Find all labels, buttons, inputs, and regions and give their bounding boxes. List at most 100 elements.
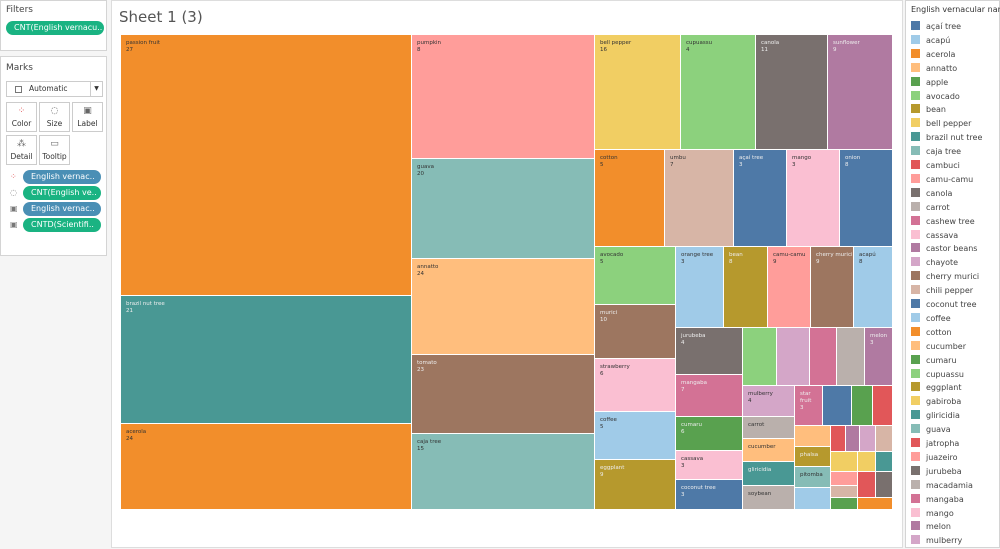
legend-item[interactable]: mangaba <box>911 493 964 508</box>
legend-item[interactable]: cherry murici <box>911 271 979 285</box>
label-count-pill[interactable]: CNTD(Scientifi.. <box>23 218 101 232</box>
treemap-cell[interactable]: coffee 5 <box>594 411 676 460</box>
filter-pill[interactable]: CNT(English vernacu.. <box>6 21 104 35</box>
legend-item[interactable]: canola <box>911 187 952 202</box>
treemap-cell[interactable]: bell pepper 16 <box>594 34 681 150</box>
treemap-cell[interactable]: melon 3 <box>864 327 893 386</box>
label-button[interactable]: ▣ Label <box>72 102 103 132</box>
treemap-cell[interactable] <box>809 327 837 386</box>
treemap-cell[interactable] <box>830 425 846 452</box>
treemap-cell[interactable] <box>851 385 873 426</box>
color-button[interactable]: ⁘ Color <box>6 102 37 132</box>
legend-item[interactable]: guava <box>911 424 951 438</box>
treemap-cell[interactable]: açaí tree 3 <box>733 149 787 247</box>
legend-item[interactable]: avocado <box>911 90 960 105</box>
detail-button[interactable]: ⁂ Detail <box>6 135 37 165</box>
treemap-cell[interactable] <box>794 425 831 447</box>
legend-item[interactable]: cumaru <box>911 354 957 369</box>
treemap-cell[interactable]: soybean <box>742 485 795 510</box>
tooltip-button[interactable]: ▭ Tooltip <box>39 135 70 165</box>
size-field-pill[interactable]: CNT(English ve.. <box>23 186 101 200</box>
color-field-pill[interactable]: English vernac.. <box>23 170 101 184</box>
treemap-cell[interactable]: pumpkin 8 <box>411 34 595 159</box>
treemap-cell[interactable] <box>830 471 858 486</box>
legend-item[interactable]: carrot <box>911 201 950 216</box>
legend-item[interactable]: gabiroba <box>911 396 961 410</box>
treemap-cell[interactable]: strawberry 6 <box>594 358 676 412</box>
treemap-cell[interactable] <box>742 327 777 386</box>
legend-item[interactable]: acerola <box>911 48 955 63</box>
legend-item[interactable]: bean <box>911 104 946 118</box>
legend-item[interactable]: cambuci <box>911 160 960 174</box>
treemap-cell[interactable] <box>830 451 858 472</box>
treemap-cell[interactable]: cherry murici 9 <box>810 246 854 328</box>
legend-item[interactable]: açaí tree <box>911 21 961 35</box>
treemap-cell[interactable] <box>776 327 810 386</box>
treemap-cell[interactable]: avocado 5 <box>594 246 676 305</box>
treemap-cell[interactable]: acerola 24 <box>120 423 412 510</box>
treemap-cell[interactable] <box>875 471 893 498</box>
treemap-cell[interactable]: cucumber <box>742 438 795 462</box>
treemap-cell[interactable]: mangaba 7 <box>675 374 743 417</box>
treemap-cell[interactable]: coconut tree 3 <box>675 479 743 510</box>
treemap-cell[interactable] <box>875 451 893 472</box>
legend-item[interactable]: jatropha <box>911 438 959 452</box>
legend-item[interactable]: jurubeba <box>911 465 962 480</box>
treemap-cell[interactable]: onion 8 <box>839 149 893 247</box>
legend-item[interactable]: chayote <box>911 257 958 271</box>
treemap-cell[interactable]: caja tree 15 <box>411 433 595 510</box>
treemap-cell[interactable]: star fruit 3 <box>794 385 823 426</box>
legend-item[interactable]: gliricidia <box>911 410 960 424</box>
legend-item[interactable]: coconut tree <box>911 299 977 313</box>
treemap-cell[interactable]: pitomba <box>794 466 831 488</box>
treemap-cell[interactable] <box>830 485 858 498</box>
treemap-cell[interactable]: canola 11 <box>755 34 828 150</box>
treemap-cell[interactable]: cumaru 6 <box>675 416 743 451</box>
treemap-cell[interactable] <box>857 471 876 498</box>
treemap-cell[interactable] <box>872 385 893 426</box>
treemap-cell[interactable]: umbu 7 <box>664 149 734 247</box>
treemap-cell[interactable]: carrot <box>742 416 795 439</box>
treemap-cell[interactable]: sunflower 9 <box>827 34 893 150</box>
treemap-cell[interactable] <box>857 451 876 472</box>
legend-item[interactable]: macadamia <box>911 479 973 494</box>
treemap-cell[interactable]: phalsa <box>794 446 831 467</box>
treemap-cell[interactable] <box>875 425 893 452</box>
legend-item[interactable]: acapú <box>911 34 950 49</box>
legend-item[interactable]: eggplant <box>911 382 962 396</box>
treemap-cell[interactable]: cassava 3 <box>675 450 743 480</box>
treemap-cell[interactable]: passion fruit 27 <box>120 34 412 297</box>
treemap-cell[interactable]: cupuassu 4 <box>680 34 756 150</box>
treemap-cell[interactable] <box>794 487 831 510</box>
legend-item[interactable]: coffee <box>911 312 951 327</box>
treemap-cell[interactable]: camu-camu 9 <box>767 246 811 328</box>
legend-item[interactable]: cassava <box>911 229 958 244</box>
legend-item[interactable]: cucumber <box>911 340 966 355</box>
treemap-cell[interactable] <box>845 425 860 452</box>
treemap-cell[interactable]: eggplant 9 <box>594 459 676 510</box>
treemap-cell[interactable] <box>857 497 893 510</box>
treemap-cell[interactable]: murici 10 <box>594 304 676 359</box>
treemap-cell[interactable]: jurubeba 4 <box>675 327 743 375</box>
legend-item[interactable]: annatto <box>911 62 957 77</box>
treemap-cell[interactable]: brazil nut tree 21 <box>120 295 412 425</box>
legend-item[interactable]: cupuassu <box>911 368 964 383</box>
legend-item[interactable]: apple <box>911 76 948 91</box>
legend-item[interactable]: camu-camu <box>911 173 973 188</box>
treemap-cell[interactable]: gliricidia <box>742 461 795 486</box>
legend-item[interactable]: brazil nut tree <box>911 132 982 146</box>
treemap-cell[interactable] <box>830 497 858 510</box>
legend-item[interactable]: melon <box>911 521 951 535</box>
treemap-cell[interactable]: guava 20 <box>411 158 595 259</box>
legend-item[interactable]: mango <box>911 507 954 522</box>
treemap-cell[interactable]: annatto 24 <box>411 258 595 355</box>
chevron-down-icon[interactable]: ▼ <box>90 82 102 96</box>
legend-item[interactable]: bell pepper <box>911 118 971 132</box>
legend-item[interactable]: juazeiro <box>911 451 958 466</box>
legend-item[interactable]: cotton <box>911 326 952 341</box>
mark-type-dropdown[interactable]: Automatic ▼ <box>6 81 103 97</box>
treemap-cell[interactable]: cotton 5 <box>594 149 665 247</box>
legend-item[interactable]: cashew tree <box>911 215 975 230</box>
treemap-cell[interactable] <box>822 385 852 426</box>
size-button[interactable]: ◌ Size <box>39 102 70 132</box>
